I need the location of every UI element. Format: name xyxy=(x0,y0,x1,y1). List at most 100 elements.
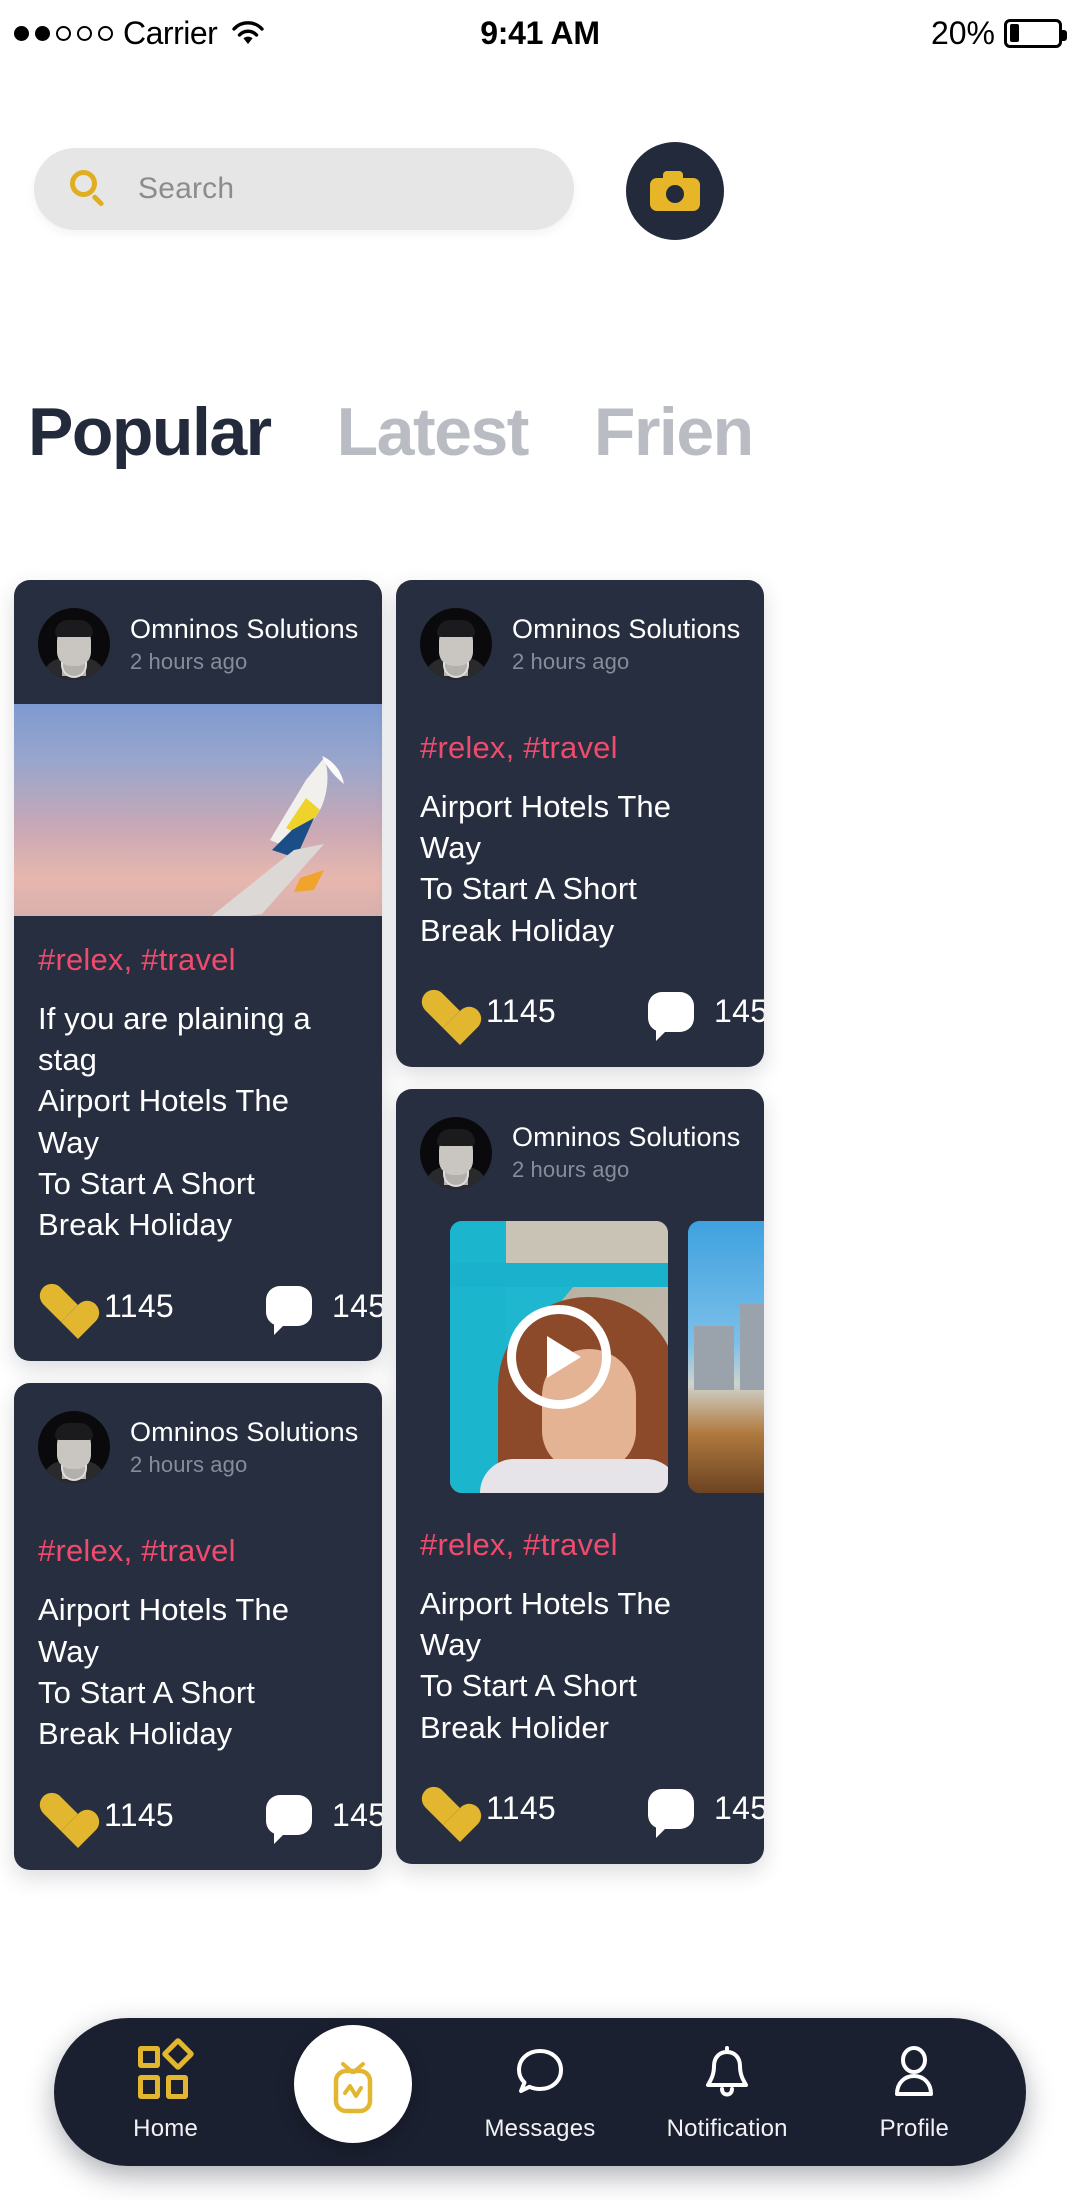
comment-bubble-icon xyxy=(648,1788,695,1838)
nav-label-messages: Messages xyxy=(484,2115,596,2142)
status-bar: Carrier 9:41 AM 20% xyxy=(0,0,1080,66)
post-author: Omninos Solutions xyxy=(130,613,359,644)
like-count: 1145 xyxy=(486,993,557,1030)
search-input[interactable]: Search xyxy=(34,148,574,230)
post-feed: Omninos Solutions 2 hours ago #relex, #t… xyxy=(0,580,1080,2200)
nav-label-profile: Profile xyxy=(879,2115,950,2142)
nav-item-home[interactable]: Home xyxy=(81,2037,251,2143)
tab-friends[interactable]: Frien xyxy=(594,398,754,466)
avatar[interactable] xyxy=(420,1116,492,1189)
post-timestamp: 2 hours ago xyxy=(130,648,248,674)
tab-popular[interactable]: Popular xyxy=(28,398,272,466)
post-stats: 1145 145 xyxy=(396,951,764,1067)
heart-icon xyxy=(38,1285,84,1327)
nav-item-create[interactable] xyxy=(268,2025,438,2155)
post-header: Omninos Solutions 2 hours ago xyxy=(14,1383,382,1507)
status-bar-right: 20% xyxy=(930,14,1067,52)
post-body: #relex, #travel Airport Hotels The Way T… xyxy=(396,1493,764,1748)
search-row: Search xyxy=(0,142,1080,268)
post-tags[interactable]: #relex, #travel xyxy=(38,1533,358,1569)
comment-bubble-icon xyxy=(648,991,695,1041)
grid-home-icon xyxy=(137,2037,195,2103)
bell-icon xyxy=(698,2041,756,2103)
nav-item-notification[interactable]: Notification xyxy=(642,2041,812,2143)
comment-bubble-icon xyxy=(266,1795,313,1845)
post-stats: 1145 145 xyxy=(14,1245,382,1361)
nav-label-notification: Notification xyxy=(666,2115,788,2142)
bottom-navigation: Home Messages Notification Profile xyxy=(54,2018,1026,2166)
comment-count: 145 xyxy=(714,1790,764,1827)
person-icon xyxy=(885,2041,943,2103)
post-body: #relex, #travel Airport Hotels The Way T… xyxy=(396,704,764,951)
search-icon xyxy=(70,170,108,208)
post-stats: 1145 145 xyxy=(14,1754,382,1870)
like-count: 1145 xyxy=(486,1790,557,1827)
nav-item-profile[interactable]: Profile xyxy=(829,2041,999,2143)
like-button[interactable]: 1145 xyxy=(420,991,556,1033)
post-header: Omninos Solutions 2 hours ago xyxy=(396,580,764,704)
camera-button[interactable] xyxy=(626,142,724,240)
comment-count: 145 xyxy=(332,1796,382,1833)
nav-label-home: Home xyxy=(133,2115,198,2142)
like-count: 1145 xyxy=(104,1287,175,1324)
app-screen: Carrier 9:41 AM 20% Search Popular Lates… xyxy=(0,0,1080,2200)
feed-column-right: Omninos Solutions 2 hours ago #relex, #t… xyxy=(396,580,764,1886)
post-title: Airport Hotels The Way To Start A Short … xyxy=(38,1592,290,1751)
like-button[interactable]: 1145 xyxy=(38,1285,174,1327)
post-title: Airport Hotels The Way To Start A Short … xyxy=(420,789,672,948)
post-body: #relex, #travel If you are plaining a st… xyxy=(14,916,382,1245)
battery-icon xyxy=(1004,18,1067,48)
heart-icon xyxy=(420,1788,466,1830)
nav-item-messages[interactable]: Messages xyxy=(455,2041,625,2143)
comment-count: 145 xyxy=(332,1287,382,1324)
play-icon[interactable] xyxy=(507,1304,611,1409)
post-card[interactable]: Omninos Solutions 2 hours ago #relex, #t… xyxy=(14,580,382,1362)
feed-column-left: Omninos Solutions 2 hours ago #relex, #t… xyxy=(14,580,382,1892)
search-placeholder: Search xyxy=(138,172,235,205)
post-title: Airport Hotels The Way To Start A Short … xyxy=(420,1585,672,1745)
battery-percent-label: 20% xyxy=(930,14,995,51)
video-carousel[interactable] xyxy=(396,1213,764,1493)
like-count: 1145 xyxy=(104,1796,175,1833)
post-author: Omninos Solutions xyxy=(512,1122,741,1153)
tab-latest[interactable]: Latest xyxy=(337,398,530,466)
video-thumbnail[interactable] xyxy=(688,1220,764,1493)
post-timestamp: 2 hours ago xyxy=(512,1157,630,1183)
post-card[interactable]: Omninos Solutions 2 hours ago #relex, #t… xyxy=(396,580,764,1067)
comment-count: 145 xyxy=(714,993,764,1030)
post-image[interactable] xyxy=(14,704,382,916)
comment-button[interactable]: 145 xyxy=(648,1788,764,1838)
post-header: Omninos Solutions 2 hours ago xyxy=(396,1089,764,1213)
comment-button[interactable]: 145 xyxy=(266,1795,382,1845)
heart-icon xyxy=(38,1794,84,1836)
feed-tabs: Popular Latest Frien xyxy=(28,398,1080,518)
like-button[interactable]: 1145 xyxy=(38,1794,174,1836)
comment-button[interactable]: 145 xyxy=(266,1286,382,1336)
post-tags[interactable]: #relex, #travel xyxy=(38,942,358,978)
post-timestamp: 2 hours ago xyxy=(130,1451,248,1477)
tv-video-icon[interactable] xyxy=(293,2025,412,2143)
heart-icon xyxy=(420,991,466,1033)
avatar[interactable] xyxy=(420,608,492,680)
like-button[interactable]: 1145 xyxy=(420,1788,556,1830)
post-title: If you are plaining a stag Airport Hotel… xyxy=(38,1001,311,1243)
camera-icon xyxy=(650,171,700,211)
post-body: #relex, #travel Airport Hotels The Way T… xyxy=(14,1507,382,1754)
avatar[interactable] xyxy=(38,1411,110,1484)
post-header: Omninos Solutions 2 hours ago xyxy=(14,580,382,704)
post-card[interactable]: Omninos Solutions 2 hours ago #relex, #t… xyxy=(396,1088,764,1864)
avatar[interactable] xyxy=(38,608,110,680)
airplane-wing-graphic xyxy=(211,756,344,916)
post-stats: 1145 145 xyxy=(396,1748,764,1864)
post-timestamp: 2 hours ago xyxy=(512,648,630,674)
comment-button[interactable]: 145 xyxy=(648,991,764,1041)
chat-bubble-icon xyxy=(511,2041,569,2103)
video-thumbnail[interactable] xyxy=(450,1220,668,1493)
post-author: Omninos Solutions xyxy=(512,613,741,644)
post-author: Omninos Solutions xyxy=(130,1416,359,1447)
comment-bubble-icon xyxy=(266,1286,313,1336)
post-tags[interactable]: #relex, #travel xyxy=(420,1527,740,1563)
clock-label: 9:41 AM xyxy=(480,14,600,51)
post-tags[interactable]: #relex, #travel xyxy=(420,730,740,766)
post-card[interactable]: Omninos Solutions 2 hours ago #relex, #t… xyxy=(14,1383,382,1871)
